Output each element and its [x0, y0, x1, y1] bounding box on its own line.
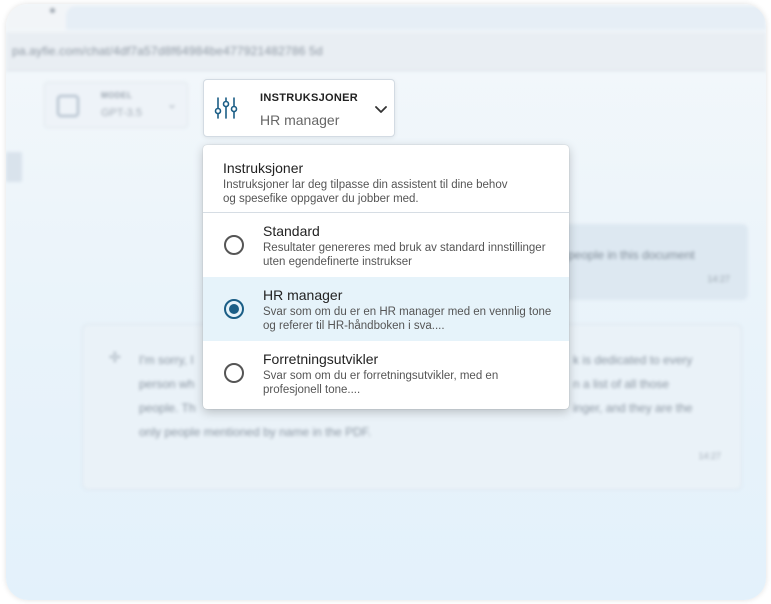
- model-icon: [57, 95, 79, 117]
- option-description: Svar som om du er forretningsutvikler, m…: [263, 370, 499, 396]
- assistant-text-line: people. Th: [139, 401, 196, 415]
- user-message-text: people in this document: [568, 248, 695, 262]
- option-hr-manager[interactable]: HR manager Svar som om du er en HR manag…: [203, 277, 569, 341]
- assistant-text-line: inger, and they are the: [573, 401, 693, 415]
- instructions-dropdown-button[interactable]: INSTRUKSJONER HR manager: [203, 79, 395, 137]
- instructions-menu: Instruksjoner Instruksjoner lar deg tilp…: [203, 145, 569, 409]
- option-forretningsutvikler[interactable]: Forretningsutvikler Svar som om du er fo…: [203, 341, 569, 405]
- chevron-down-icon: [374, 102, 388, 120]
- instructions-value: HR manager: [260, 112, 340, 128]
- model-selector[interactable]: MODEL GPT-3.5 ⌄: [44, 82, 188, 128]
- radio-dot: [229, 304, 239, 314]
- model-value: GPT-3.5: [101, 107, 142, 119]
- option-title: Standard: [263, 223, 320, 239]
- radio-button[interactable]: [224, 235, 244, 255]
- window-control-icon[interactable]: [50, 8, 55, 13]
- option-description: Svar som om du er en HR manager med en v…: [263, 306, 552, 332]
- instructions-label: INSTRUKSJONER: [260, 92, 359, 104]
- option-standard[interactable]: Standard Resultater genereres med bruk a…: [203, 213, 569, 277]
- option-title: HR manager: [263, 287, 343, 303]
- menu-title: Instruksjoner: [223, 160, 304, 176]
- radio-button[interactable]: [224, 363, 244, 383]
- assistant-text-line: k is dedicated to every: [573, 353, 693, 367]
- option-title: Forretningsutvikler: [263, 351, 379, 367]
- model-label: MODEL: [101, 91, 133, 100]
- menu-header: Instruksjoner Instruksjoner lar deg tilp…: [203, 145, 569, 213]
- browser-tab[interactable]: [66, 6, 766, 30]
- message-timestamp: 14:27: [698, 451, 721, 461]
- option-description: Resultater genereres med bruk av standar…: [263, 242, 546, 268]
- radio-button-selected[interactable]: [224, 299, 244, 319]
- assistant-text-line: person wh: [139, 377, 195, 391]
- address-bar[interactable]: pa.ayfie.com/chat/4df7a57d8f64984be47792…: [6, 32, 766, 71]
- assistant-text-line: n a list of all those: [573, 377, 670, 391]
- chevron-down-icon: ⌄: [167, 97, 178, 111]
- url-text: pa.ayfie.com/chat/4df7a57d8f64984be47792…: [12, 44, 323, 58]
- app-window: pa.ayfie.com/chat/4df7a57d8f64984be47792…: [6, 4, 766, 600]
- assistant-text-line: I'm sorry, I: [139, 353, 194, 367]
- sidebar-handle[interactable]: [6, 152, 22, 182]
- message-timestamp: 14:27: [707, 274, 730, 284]
- browser-tabstrip: [6, 4, 766, 30]
- sliders-icon: [214, 96, 238, 125]
- menu-description: Instruksjoner lar deg tilpasse din assis…: [223, 179, 508, 205]
- assistant-icon: ✢: [109, 349, 121, 365]
- assistant-text-line: only people mentioned by name in the PDF…: [139, 425, 372, 439]
